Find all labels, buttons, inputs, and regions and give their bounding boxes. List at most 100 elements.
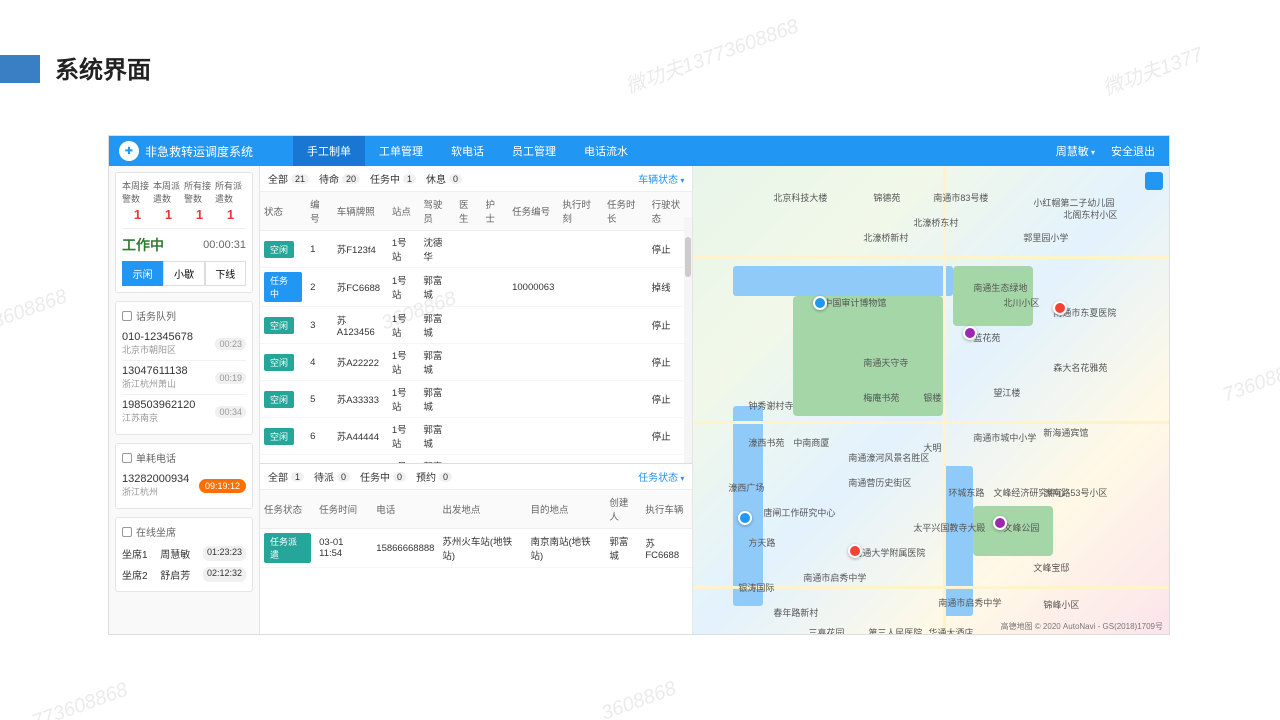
- seat-time: 01:23:23: [203, 546, 246, 561]
- offline-button[interactable]: 下线: [205, 261, 246, 286]
- map-layer-toggle[interactable]: [1145, 172, 1163, 190]
- task-status-dropdown[interactable]: 任务状态: [638, 469, 684, 484]
- watermark: 微功夫1377: [1098, 38, 1206, 101]
- single-call-loc: 浙江杭州: [122, 485, 189, 498]
- map-label: 北阁东村小区: [1063, 208, 1117, 221]
- seat-name: 舒启芳: [160, 567, 190, 582]
- col-header: 车辆牌照: [333, 192, 388, 231]
- map-label: 北濠桥东村: [913, 216, 958, 229]
- break-button[interactable]: 小歇: [163, 261, 204, 286]
- speaker-icon: [122, 311, 132, 321]
- map-label: 森大名花雅苑: [1053, 361, 1107, 374]
- col-header: 执行时刻: [558, 192, 603, 231]
- col-header: 电话: [372, 490, 438, 529]
- call-duration-badge: 09:19:12: [199, 479, 246, 493]
- map-label: 北濠桥新村: [863, 231, 908, 244]
- slide-accent: [0, 55, 40, 83]
- tab-wait[interactable]: 待命20: [319, 171, 360, 186]
- map-label: 银楼: [923, 391, 941, 404]
- app-header: ✚ 非急救转运调度系统 手工制单 工单管理 软电话 员工管理 电话流水 周慧敏 …: [109, 136, 1169, 166]
- vehicle-row[interactable]: 空闲 4苏A222221号站郭富城 停止: [260, 344, 692, 381]
- map-label: 太平兴国教寺大殿: [913, 521, 985, 534]
- main-nav: 手工制单 工单管理 软电话 员工管理 电话流水: [293, 136, 642, 166]
- stat-label: 本周接警数: [122, 179, 153, 205]
- task-tabs: 全部1 待派0 任务中0 预约0 任务状态: [260, 464, 692, 490]
- queue-item[interactable]: 010-12345678 北京市朝阳区 00:23: [122, 327, 246, 361]
- watermark: 773608868: [29, 679, 131, 720]
- seats-title: 在线坐席: [136, 524, 176, 539]
- map-label: 锦德苑: [873, 191, 900, 204]
- map-label: 濠西书苑: [748, 436, 784, 449]
- queue-phone: 13047611138: [122, 365, 188, 377]
- map-label: 南通市城中小学: [973, 431, 1036, 444]
- slide-title: 系统界面: [55, 50, 151, 85]
- vehicle-row[interactable]: 任务中 2苏FC66881号站郭富城 10000063掉线: [260, 268, 692, 307]
- col-header: 出发地点: [438, 490, 526, 529]
- logout-link[interactable]: 安全退出: [1111, 143, 1155, 159]
- seat-row: 坐席1 周慧敏 01:23:23: [122, 543, 246, 564]
- queue-item[interactable]: 198503962120 江苏南京 00:34: [122, 395, 246, 428]
- vehicle-row[interactable]: 空闲 5苏A333331号站郭富城 停止: [260, 381, 692, 418]
- user-menu[interactable]: 周慧敏: [1056, 143, 1095, 159]
- nav-order-mgmt[interactable]: 工单管理: [365, 136, 437, 166]
- nav-softphone[interactable]: 软电话: [437, 136, 498, 166]
- map-label: 大明: [923, 441, 941, 454]
- map-label: 中南商厦: [793, 436, 829, 449]
- tab-all[interactable]: 全部21: [268, 171, 309, 186]
- vehicle-status-dropdown[interactable]: 车辆状态: [638, 171, 684, 186]
- map-label: 环城东路: [948, 486, 984, 499]
- tab-rest[interactable]: 休息0: [426, 171, 462, 186]
- map-label: 望江楼: [993, 386, 1020, 399]
- single-call-card: 单耗电话 13282000934 浙江杭州 09:19:12: [115, 443, 253, 509]
- task-tab-wait[interactable]: 待派0: [314, 469, 350, 484]
- stat-label: 所有派遣数: [215, 179, 246, 205]
- watermark: 73608868: [0, 285, 70, 337]
- map-label: 南通生态绿地: [973, 281, 1027, 294]
- vehicle-row[interactable]: 空闲 7苏A555551号站郭富城 停止: [260, 455, 692, 464]
- col-header: 驾驶员: [419, 192, 455, 231]
- status-badge: 空闲: [264, 391, 294, 408]
- map-label: 第三人民医院: [868, 626, 922, 634]
- status-badge: 任务中: [264, 272, 302, 302]
- task-row[interactable]: 任务派遣 03-01 11:5415866668888苏州火车站(地铁站)南京南…: [260, 529, 692, 568]
- nav-manual-order[interactable]: 手工制单: [293, 136, 365, 166]
- stat-value: 1: [227, 207, 234, 222]
- col-header: 护士: [482, 192, 509, 231]
- vehicle-row[interactable]: 空闲 6苏A444441号站郭富城 停止: [260, 418, 692, 455]
- col-header: 任务时间: [315, 490, 372, 529]
- stat-label: 本周派遣数: [153, 179, 184, 205]
- queue-item[interactable]: 13047611138 浙江杭州萧山 00:19: [122, 361, 246, 395]
- map-label: 春年路新村: [773, 606, 818, 619]
- online-seats-card: 在线坐席 坐席1 周慧敏 01:23:23 坐席2 舒启芳 02:12:32: [115, 517, 253, 592]
- tab-task[interactable]: 任务中1: [370, 171, 416, 186]
- vehicle-row[interactable]: 空闲 3苏A1234561号站郭富城 停止: [260, 307, 692, 344]
- stat-value: 1: [165, 207, 172, 222]
- app-logo: ✚ 非急救转运调度系统: [109, 141, 263, 161]
- nav-staff-mgmt[interactable]: 员工管理: [498, 136, 570, 166]
- seat-row: 坐席2 舒启芳 02:12:32: [122, 564, 246, 585]
- map-label: 文峰公园: [1003, 521, 1039, 534]
- stat-label: 所有接警数: [184, 179, 215, 205]
- watermark: 73608868: [1220, 355, 1280, 407]
- map-label: 华通大酒店: [928, 626, 973, 634]
- map-label: 方天路: [748, 536, 775, 549]
- map-credit: 高德地图 © 2020 AutoNavi - GS(2018)1709号: [1001, 621, 1163, 632]
- map[interactable]: 北京科技大楼锦德苑南通市83号楼小红帽第二子幼儿园北濠桥东村北濠桥新村郭里园小学…: [693, 166, 1169, 634]
- map-label: 南通濠河风景名胜区: [848, 451, 929, 464]
- queue-title: 话务队列: [136, 308, 176, 323]
- nav-call-log[interactable]: 电话流水: [570, 136, 642, 166]
- map-label: 南通营历史街区: [848, 476, 911, 489]
- idle-button[interactable]: 示闲: [122, 261, 163, 286]
- task-tab-all[interactable]: 全部1: [268, 469, 304, 484]
- map-label: 银涛国际: [738, 581, 774, 594]
- task-tab-resv[interactable]: 预约0: [416, 469, 452, 484]
- app-window: ✚ 非急救转运调度系统 手工制单 工单管理 软电话 员工管理 电话流水 周慧敏 …: [108, 135, 1170, 635]
- task-tab-task[interactable]: 任务中0: [360, 469, 406, 484]
- vehicle-row[interactable]: 空闲 1苏F123f41号站沈德华 停止: [260, 231, 692, 268]
- col-header: 站点: [388, 192, 420, 231]
- watermark: 3608868: [598, 677, 679, 720]
- map-label: 南通市启秀中学: [938, 596, 1001, 609]
- scrollbar[interactable]: [684, 217, 692, 463]
- seat-id: 坐席1: [122, 546, 148, 561]
- map-label: 三喜花园: [808, 626, 844, 634]
